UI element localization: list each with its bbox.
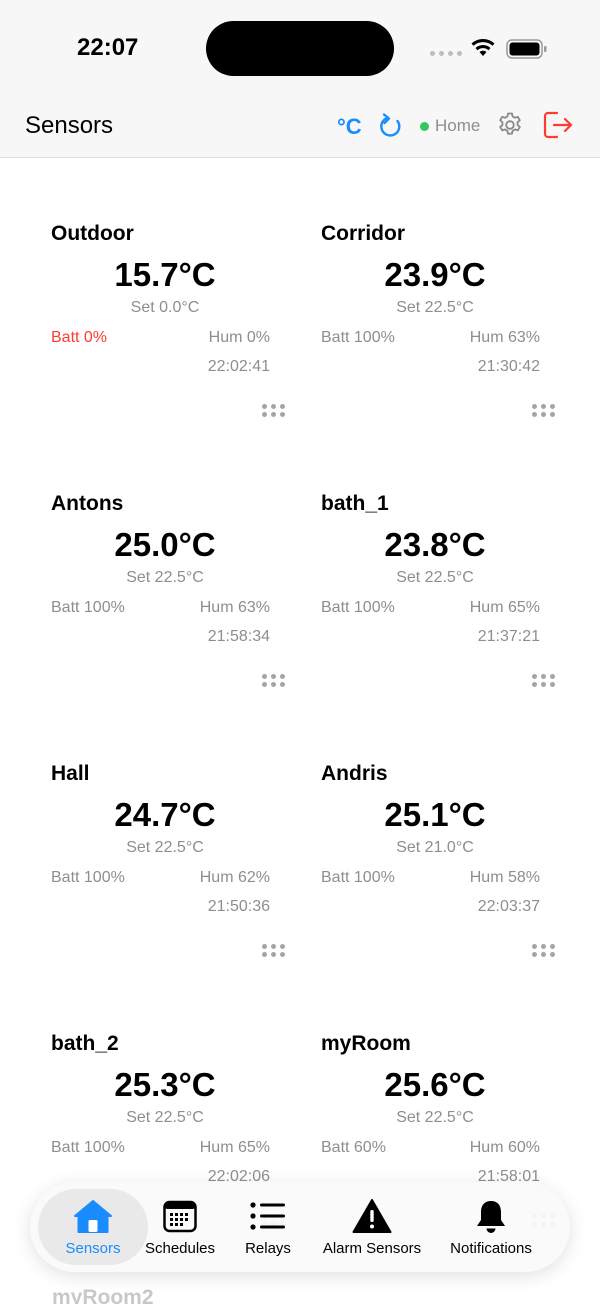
sensor-card[interactable]: bath_1 23.8°C Set 22.5°C Batt 100% Hum 6…: [300, 428, 570, 698]
sensor-card[interactable]: Antons 25.0°C Set 22.5°C Batt 100% Hum 6…: [30, 428, 300, 698]
sensor-temperature: 25.0°C: [114, 526, 216, 563]
sensor-last-update: 21:37:21: [477, 628, 540, 645]
sensor-temperature: 24.7°C: [114, 796, 216, 833]
sensor-temperature: 25.6°C: [384, 1066, 486, 1103]
sensor-name: Outdoor: [51, 222, 134, 245]
tab-label: Schedules: [144, 1240, 216, 1257]
sensor-battery: Batt 100%: [51, 1139, 125, 1156]
sensor-last-update: 22:02:41: [207, 358, 270, 375]
sensor-setpoint: Set 21.0°C: [396, 839, 474, 856]
cellular-signal-icon: [430, 51, 462, 56]
sensor-temperature: 15.7°C: [114, 256, 216, 293]
sensor-temperature: 25.3°C: [114, 1066, 216, 1103]
sensor-card[interactable]: Corridor 23.9°C Set 22.5°C Batt 100% Hum…: [300, 158, 570, 428]
tab-label: Relays: [245, 1240, 291, 1257]
sensor-setpoint: Set 22.5°C: [396, 569, 474, 586]
bell-icon: [477, 1201, 505, 1233]
sensor-battery: Batt 100%: [321, 869, 395, 886]
status-bar: 22:07: [0, 0, 600, 96]
refresh-icon[interactable]: [378, 112, 404, 140]
sensor-setpoint: Set 22.5°C: [396, 299, 474, 316]
more-icon[interactable]: [262, 404, 286, 418]
calendar-icon: [163, 1200, 197, 1233]
house-icon: [74, 1200, 112, 1233]
tab-bar: Sensors Schedules Relays Alarm Sensors N…: [30, 1182, 570, 1272]
sensor-name: Antons: [51, 492, 124, 515]
dynamic-island: [206, 21, 394, 76]
tab-label: Alarm Sensors: [322, 1240, 422, 1257]
sensor-humidity: Hum 63%: [469, 329, 540, 346]
sensor-battery: Batt 60%: [321, 1139, 386, 1156]
connection-status[interactable]: Home: [420, 116, 480, 136]
sensor-temperature: 23.8°C: [384, 526, 486, 563]
sensor-humidity: Hum 65%: [469, 599, 540, 616]
tab-label: Notifications: [450, 1240, 532, 1257]
sensor-name: Corridor: [321, 222, 405, 245]
sensor-name: bath_2: [51, 1032, 119, 1055]
app-header: Sensors °C Home: [0, 96, 600, 158]
tab-notifications[interactable]: Notifications: [438, 1182, 544, 1272]
sensor-humidity: Hum 58%: [469, 869, 540, 886]
sensor-humidity: Hum 60%: [469, 1139, 540, 1156]
sensor-grid: Outdoor 15.7°C Set 0.0°C Batt 0% Hum 0% …: [0, 158, 600, 1304]
sensor-humidity: Hum 65%: [199, 1139, 270, 1156]
sensor-card[interactable]: Hall 24.7°C Set 22.5°C Batt 100% Hum 62%…: [30, 698, 300, 968]
page-title: Sensors: [25, 112, 114, 139]
sensor-setpoint: Set 22.5°C: [126, 839, 204, 856]
sensor-card[interactable]: Andris 25.1°C Set 21.0°C Batt 100% Hum 5…: [300, 698, 570, 968]
tab-schedules[interactable]: Schedules: [138, 1182, 222, 1272]
sensor-temperature: 23.9°C: [384, 256, 486, 293]
tab-relays[interactable]: Relays: [230, 1182, 306, 1272]
sensor-name: myRoom: [321, 1032, 411, 1055]
sensor-name: Andris: [321, 762, 388, 785]
sensor-humidity: Hum 63%: [199, 599, 270, 616]
sensor-battery: Batt 100%: [51, 869, 125, 886]
online-indicator: [420, 121, 429, 131]
sensor-last-update: 21:58:34: [207, 628, 270, 645]
battery-icon: [506, 39, 547, 59]
list-icon: [250, 1202, 285, 1230]
sensor-setpoint: Set 22.5°C: [126, 1109, 204, 1126]
sensor-last-update: 21:50:36: [207, 898, 270, 915]
sensor-name: bath_1: [321, 492, 389, 515]
sensor-battery: Batt 100%: [321, 599, 395, 616]
tab-alarm-sensors[interactable]: Alarm Sensors: [314, 1182, 430, 1272]
sensor-last-update: 21:30:42: [477, 358, 540, 375]
sensor-name-peek: myRoom2: [52, 1286, 154, 1304]
sensor-setpoint: Set 0.0°C: [130, 299, 200, 316]
sensor-setpoint: Set 22.5°C: [396, 1109, 474, 1126]
warning-icon: [352, 1199, 392, 1233]
more-icon[interactable]: [532, 944, 556, 958]
status-time: 22:07: [77, 34, 139, 61]
tab-label: Sensors: [65, 1240, 121, 1257]
logout-icon[interactable]: [542, 110, 574, 140]
more-icon[interactable]: [532, 404, 556, 418]
sensor-card[interactable]: Outdoor 15.7°C Set 0.0°C Batt 0% Hum 0% …: [30, 158, 300, 428]
more-icon[interactable]: [532, 674, 556, 688]
connection-label: Home: [435, 116, 481, 135]
sensor-setpoint: Set 22.5°C: [126, 569, 204, 586]
more-icon[interactable]: [262, 944, 286, 958]
sensor-battery: Batt 100%: [51, 599, 125, 616]
sensor-battery: Batt 100%: [321, 329, 395, 346]
sensor-temperature: 25.1°C: [384, 796, 486, 833]
wifi-icon: [471, 39, 495, 56]
tab-sensors[interactable]: Sensors: [38, 1182, 148, 1272]
sensor-name: Hall: [51, 762, 90, 785]
unit-toggle-button[interactable]: °C: [337, 114, 362, 140]
sensor-battery: Batt 0%: [51, 329, 108, 346]
sensor-humidity: Hum 62%: [199, 869, 270, 886]
sensor-last-update: 22:03:37: [477, 898, 540, 915]
gear-icon[interactable]: [496, 111, 524, 139]
more-icon[interactable]: [262, 674, 286, 688]
sensor-humidity: Hum 0%: [208, 329, 270, 346]
